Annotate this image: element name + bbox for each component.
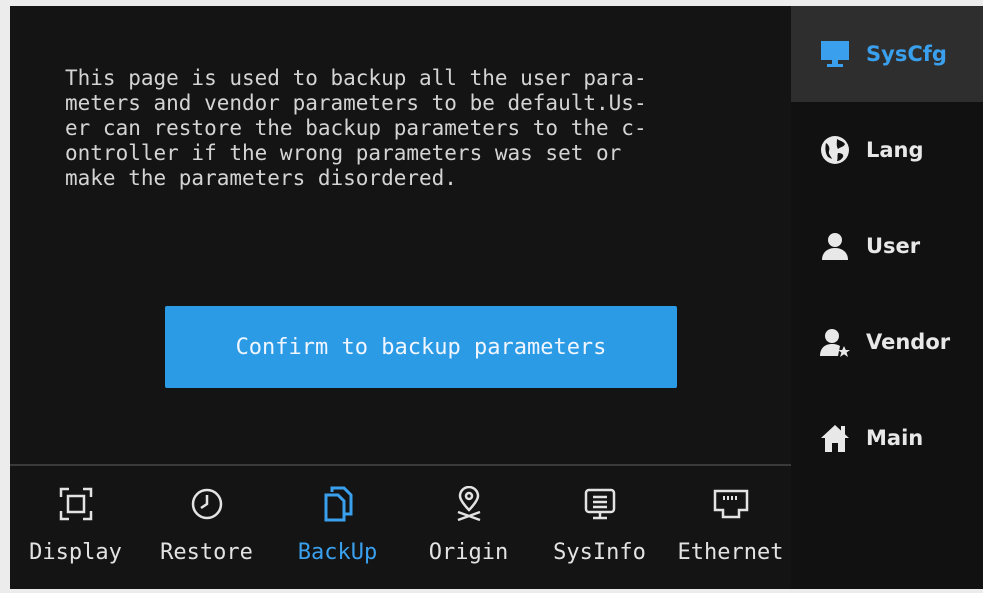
confirm-backup-button[interactable]: Confirm to backup parameters [165,306,677,388]
tab-display[interactable]: Display [10,466,141,589]
tab-display-label: Display [29,540,122,565]
sidebar-item-user[interactable]: User [791,198,983,294]
copy-icon [323,484,353,524]
tab-ethernet[interactable]: Ethernet [665,466,796,589]
device-screen: This page is used to backup all the user… [10,6,983,589]
bottom-tab-bar: Display Restore BackUp Origin SysInfo Et… [10,464,796,589]
tab-origin[interactable]: Origin [403,466,534,589]
display-icon [59,484,93,524]
globe-icon [818,135,852,165]
tab-restore-label: Restore [160,540,253,565]
tab-backup[interactable]: BackUp [272,466,403,589]
monitor-icon [818,40,852,68]
tab-restore[interactable]: Restore [141,466,272,589]
home-icon [818,423,852,453]
sidebar-item-syscfg[interactable]: SysCfg [791,6,983,102]
sidebar-item-vendor-label: Vendor [866,330,951,354]
ethernet-port-icon [712,484,750,524]
tab-sysinfo-label: SysInfo [553,540,646,565]
user-icon [818,231,852,261]
sidebar-item-lang-label: Lang [866,138,924,162]
tab-ethernet-label: Ethernet [677,540,784,565]
sidebar: SysCfg Lang User Vendor Main [791,6,983,589]
tab-sysinfo[interactable]: SysInfo [534,466,665,589]
clock-icon [190,484,224,524]
sidebar-item-syscfg-label: SysCfg [866,42,947,66]
location-pin-icon [454,484,484,524]
tab-backup-label: BackUp [297,540,378,565]
sidebar-item-main[interactable]: Main [791,390,983,486]
sidebar-item-lang[interactable]: Lang [791,102,983,198]
backup-description: This page is used to backup all the user… [65,66,647,190]
tab-origin-label: Origin [428,540,509,565]
main-panel: This page is used to backup all the user… [10,6,790,466]
sidebar-item-main-label: Main [866,426,924,450]
info-list-icon [583,484,617,524]
sidebar-item-user-label: User [866,234,921,258]
sidebar-item-vendor[interactable]: Vendor [791,294,983,390]
vendor-icon [818,327,852,357]
